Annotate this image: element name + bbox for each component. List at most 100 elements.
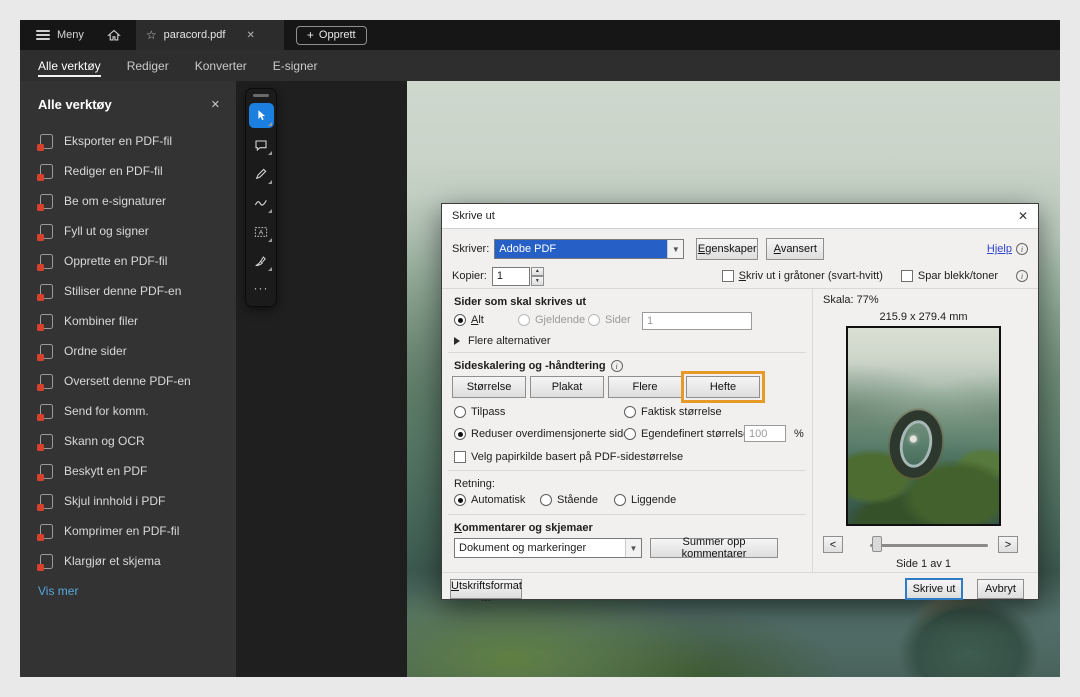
radio-page-range[interactable]: Sider xyxy=(588,314,631,326)
divider xyxy=(442,288,1038,289)
copies-input[interactable]: 1 xyxy=(492,267,530,286)
landscape-label: Liggende xyxy=(631,494,676,506)
tab-rediger[interactable]: Rediger xyxy=(127,50,169,81)
scale-readout: Skala: 77% xyxy=(823,294,879,306)
save-ink-label: Spar blekk/toner xyxy=(918,270,998,282)
add-text-tool-icon[interactable]: A xyxy=(249,219,274,244)
grayscale-checkbox[interactable] xyxy=(722,270,734,282)
sidebar-item-skann-og-ocr[interactable]: Skann og OCR xyxy=(20,426,236,456)
show-more-link[interactable]: Vis mer xyxy=(20,584,78,598)
previous-page-button[interactable]: < xyxy=(823,536,843,553)
sidebar-item-klargjor-skjema[interactable]: Klargjør et skjema xyxy=(20,546,236,576)
comments-select[interactable]: Dokument og markeringer ▼ xyxy=(454,538,642,558)
radio-all-pages[interactable]: Alt xyxy=(454,314,484,326)
translate-pdf-icon xyxy=(40,374,53,389)
grayscale-checkbox-row[interactable]: Skriv ut i gråtoner (svart-hvitt) xyxy=(722,270,883,282)
sidebar-item-oversett-pdf[interactable]: Oversett denne PDF-en xyxy=(20,366,236,396)
poster-button[interactable]: Plakat xyxy=(530,376,604,398)
radio-icon[interactable] xyxy=(588,314,600,326)
radio-auto-orientation[interactable]: Automatisk xyxy=(454,494,525,506)
copies-stepper[interactable]: ▲▼ xyxy=(531,267,544,286)
document-tab[interactable]: ☆ paracord.pdf ✕ xyxy=(136,20,284,50)
paper-source-checkbox[interactable] xyxy=(454,451,466,463)
select-tool-icon[interactable] xyxy=(249,103,274,128)
radio-current-page[interactable]: Gjeldende xyxy=(518,314,585,326)
sidebar-item-eksporter-pdf[interactable]: Eksporter en PDF-fil xyxy=(20,126,236,156)
sidebar-item-stiliser-pdf[interactable]: Stiliser denne PDF-en xyxy=(20,276,236,306)
tool-label: Opprette en PDF-fil xyxy=(64,254,167,268)
sidebar-item-beskytt-pdf[interactable]: Beskytt en PDF xyxy=(20,456,236,486)
star-icon[interactable]: ☆ xyxy=(146,28,157,42)
paper-source-checkbox-row[interactable]: Velg papirkilde basert på PDF-sidestørre… xyxy=(454,451,683,463)
dialog-close-icon[interactable]: ✕ xyxy=(1018,209,1028,223)
properties-button[interactable]: Egenskaper xyxy=(696,238,758,260)
page-slider-thumb[interactable] xyxy=(872,536,882,552)
create-button[interactable]: + Opprett xyxy=(296,26,367,45)
toolbar-drag-handle[interactable] xyxy=(253,94,269,97)
radio-icon[interactable] xyxy=(624,428,636,440)
redact-pdf-icon xyxy=(40,494,53,509)
tab-e-signer[interactable]: E-signer xyxy=(273,50,318,81)
radio-icon[interactable] xyxy=(454,428,466,440)
sign-tool-icon[interactable] xyxy=(249,248,274,273)
highlight-tool-icon[interactable] xyxy=(249,161,274,186)
stepper-up-icon[interactable]: ▲ xyxy=(531,267,544,277)
radio-portrait[interactable]: Stående xyxy=(540,494,598,506)
tool-label: Komprimer en PDF-fil xyxy=(64,524,179,538)
sidebar-item-send-for-komm[interactable]: Send for komm. xyxy=(20,396,236,426)
booklet-button[interactable]: Hefte xyxy=(686,376,760,398)
radio-icon[interactable] xyxy=(540,494,552,506)
radio-icon[interactable] xyxy=(454,406,466,418)
home-button[interactable] xyxy=(96,20,132,50)
save-ink-checkbox[interactable] xyxy=(901,270,913,282)
sidebar-item-opprette-pdf[interactable]: Opprette en PDF-fil xyxy=(20,246,236,276)
page-range-input[interactable]: 1 xyxy=(642,312,752,330)
radio-actual-size[interactable]: Faktisk størrelse xyxy=(624,406,722,418)
multiple-button[interactable]: Flere xyxy=(608,376,682,398)
chevron-down-icon[interactable]: ▼ xyxy=(667,240,683,258)
tab-konverter[interactable]: Konverter xyxy=(195,50,247,81)
print-button[interactable]: Skrive ut xyxy=(906,579,962,599)
summarize-comments-button[interactable]: Summer opp kommentarer xyxy=(650,538,778,558)
save-ink-checkbox-row[interactable]: Spar blekk/toner xyxy=(901,270,998,282)
help-info-icon[interactable]: i xyxy=(1016,243,1028,255)
sidebar-item-kombiner-filer[interactable]: Kombiner filer xyxy=(20,306,236,336)
printer-select[interactable]: Adobe PDF ▼ xyxy=(494,239,684,259)
tab-alle-verktoy[interactable]: Alle verktøy xyxy=(38,50,101,81)
tab-close-icon[interactable]: ✕ xyxy=(246,30,254,41)
stepper-down-icon[interactable]: ▼ xyxy=(531,276,544,286)
advanced-button[interactable]: Avansert xyxy=(766,238,824,260)
radio-icon[interactable] xyxy=(614,494,626,506)
cancel-button[interactable]: Avbryt xyxy=(977,579,1024,599)
page-setup-button[interactable]: Utskriftsformat ... xyxy=(450,579,522,599)
radio-landscape[interactable]: Liggende xyxy=(614,494,676,506)
radio-icon[interactable] xyxy=(518,314,530,326)
chevron-down-icon[interactable]: ▼ xyxy=(625,539,641,557)
menu-button[interactable]: Meny xyxy=(20,20,96,50)
radio-icon[interactable] xyxy=(454,314,466,326)
radio-fit[interactable]: Tilpass xyxy=(454,406,505,418)
size-button[interactable]: Størrelse xyxy=(452,376,526,398)
help-link[interactable]: Hjelp xyxy=(987,243,1012,255)
add-comment-tool-icon[interactable] xyxy=(249,132,274,157)
panel-close-icon[interactable]: ✕ xyxy=(211,98,220,111)
sidebar-item-rediger-pdf[interactable]: Rediger en PDF-fil xyxy=(20,156,236,186)
radio-custom-scale[interactable]: Egendefinert størrelse: xyxy=(624,428,752,440)
sidebar-item-komprimer-pdf[interactable]: Komprimer en PDF-fil xyxy=(20,516,236,546)
sidebar-item-skjul-innhold[interactable]: Skjul innhold i PDF xyxy=(20,486,236,516)
custom-scale-label: Egendefinert størrelse: xyxy=(641,428,752,440)
radio-shrink-oversized[interactable]: Reduser overdimensjonerte sider xyxy=(454,428,633,440)
sidebar-item-ordne-sider[interactable]: Ordne sider xyxy=(20,336,236,366)
draw-tool-icon[interactable] xyxy=(249,190,274,215)
radio-icon[interactable] xyxy=(454,494,466,506)
sidebar-item-be-om-esignaturer[interactable]: Be om e-signaturer xyxy=(20,186,236,216)
custom-scale-input[interactable]: 100 xyxy=(744,425,786,442)
more-tools-icon[interactable]: ··· xyxy=(249,277,274,302)
more-options-expander[interactable]: Flere alternativer xyxy=(454,335,551,347)
sidebar-item-fyll-ut-og-signer[interactable]: Fyll ut og signer xyxy=(20,216,236,246)
ink-info-icon[interactable]: i xyxy=(1016,270,1028,282)
next-page-button[interactable]: > xyxy=(998,536,1018,553)
radio-icon[interactable] xyxy=(624,406,636,418)
page-slider-track[interactable] xyxy=(870,544,988,547)
page-size-readout: 215.9 x 279.4 mm xyxy=(846,311,1001,323)
